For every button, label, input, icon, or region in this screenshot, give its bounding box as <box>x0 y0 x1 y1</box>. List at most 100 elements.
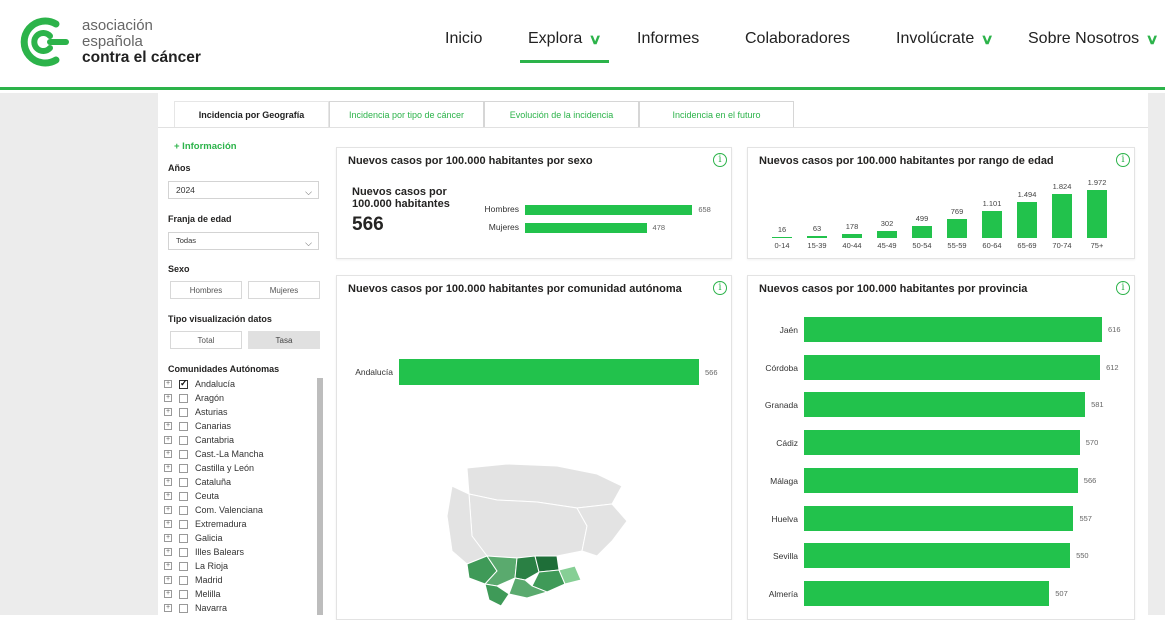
bar[interactable] <box>804 430 1080 456</box>
expand-icon[interactable]: + <box>164 394 172 402</box>
nav-explora[interactable]: Explora ∨ <box>520 30 608 63</box>
community-item[interactable]: + Ceuta <box>164 489 264 503</box>
bar[interactable] <box>1087 190 1107 238</box>
community-item[interactable]: + Asturias <box>164 405 264 419</box>
viz-total-button[interactable]: Total <box>170 331 242 349</box>
info-icon[interactable]: i <box>1116 153 1130 167</box>
viz-tasa-button[interactable]: Tasa <box>248 331 320 349</box>
expand-icon[interactable]: + <box>164 492 172 500</box>
tab-geografia[interactable]: Incidencia por Geografía <box>174 101 329 127</box>
info-link[interactable]: + Información <box>174 141 237 152</box>
bar[interactable] <box>804 543 1071 569</box>
brand-logo[interactable]: asociación española contra el cáncer <box>20 14 220 74</box>
community-item[interactable]: + Madrid <box>164 573 264 587</box>
nav-inicio[interactable]: Inicio <box>445 30 482 48</box>
community-item[interactable]: + Com. Valenciana <box>164 503 264 517</box>
bar[interactable] <box>947 219 967 238</box>
expand-icon[interactable]: + <box>164 534 172 542</box>
communities-scrollbar[interactable] <box>317 378 323 615</box>
bar[interactable] <box>807 236 827 238</box>
bar[interactable] <box>399 359 699 385</box>
checkbox[interactable] <box>179 603 188 613</box>
expand-icon[interactable]: + <box>164 548 172 556</box>
bar[interactable] <box>772 236 792 238</box>
bar[interactable] <box>525 223 647 233</box>
expand-icon[interactable]: + <box>164 590 172 598</box>
expand-icon[interactable]: + <box>164 604 172 612</box>
community-item[interactable]: + Melilla <box>164 587 264 601</box>
community-item[interactable]: + Castilla y León <box>164 461 264 475</box>
bar[interactable] <box>912 225 932 238</box>
spain-map[interactable] <box>397 456 637 616</box>
checkbox[interactable] <box>179 463 188 473</box>
expand-icon[interactable]: + <box>164 422 172 430</box>
checkbox[interactable] <box>179 435 188 445</box>
expand-icon[interactable]: + <box>164 506 172 514</box>
bar-label: Andalucía <box>355 367 393 377</box>
tab-tipo-cancer[interactable]: Incidencia por tipo de cáncer <box>329 101 484 127</box>
bar[interactable] <box>982 211 1002 238</box>
expand-icon[interactable]: + <box>164 562 172 570</box>
community-item[interactable]: + Cast.-La Mancha <box>164 447 264 461</box>
community-item[interactable]: + Extremadura <box>164 517 264 531</box>
checkbox[interactable] <box>179 449 188 459</box>
expand-icon[interactable]: + <box>164 436 172 444</box>
bar[interactable] <box>804 317 1102 342</box>
checkbox[interactable] <box>179 393 188 403</box>
info-icon[interactable]: i <box>1116 281 1130 295</box>
checkbox[interactable] <box>179 589 188 599</box>
sex-mujeres-button[interactable]: Mujeres <box>248 281 320 299</box>
community-item[interactable]: + Aragón <box>164 391 264 405</box>
checkbox[interactable] <box>179 491 188 501</box>
bar[interactable] <box>804 467 1078 493</box>
bar[interactable] <box>804 392 1086 418</box>
community-item[interactable]: + Canarias <box>164 419 264 433</box>
age-dropdown[interactable]: Todas ⌵ <box>168 232 319 250</box>
checkbox[interactable] <box>179 421 188 431</box>
bar[interactable] <box>804 580 1050 606</box>
community-item[interactable]: + La Rioja <box>164 559 264 573</box>
info-icon[interactable]: i <box>713 153 727 167</box>
bar[interactable] <box>804 505 1074 531</box>
checkbox[interactable] <box>179 519 188 529</box>
years-dropdown[interactable]: 2024 ⌵ <box>168 181 319 199</box>
bar[interactable] <box>1017 201 1037 238</box>
card-sexo-title: Nuevos casos por 100.000 habitantes por … <box>348 155 593 167</box>
checkbox[interactable] <box>179 378 188 389</box>
community-item[interactable]: + Cataluña <box>164 475 264 489</box>
nav-informes[interactable]: Informes <box>637 30 699 48</box>
chevron-down-icon: ⌵ <box>305 238 312 248</box>
community-item[interactable]: + Galicia <box>164 531 264 545</box>
info-icon[interactable]: i <box>713 281 727 295</box>
nav-involucrate[interactable]: Involúcrate ∨ <box>896 30 994 48</box>
sex-hombres-button[interactable]: Hombres <box>170 281 242 299</box>
expand-icon[interactable]: + <box>164 520 172 528</box>
bar[interactable] <box>877 230 897 238</box>
checkbox[interactable] <box>179 575 188 585</box>
nav-sobre-nosotros[interactable]: Sobre Nosotros ∨ <box>1028 30 1159 48</box>
tab-futuro[interactable]: Incidencia en el futuro <box>639 101 794 127</box>
checkbox[interactable] <box>179 407 188 417</box>
bar[interactable] <box>525 205 693 215</box>
checkbox[interactable] <box>179 505 188 515</box>
community-item[interactable]: + Andalucía <box>164 377 264 391</box>
expand-icon[interactable]: + <box>164 380 172 388</box>
bar[interactable] <box>842 233 862 238</box>
checkbox[interactable] <box>179 477 188 487</box>
expand-icon[interactable]: + <box>164 408 172 416</box>
community-item[interactable]: + Navarra <box>164 601 264 615</box>
expand-icon[interactable]: + <box>164 576 172 584</box>
tab-evolucion[interactable]: Evolución de la incidencia <box>484 101 639 127</box>
bar-value: 566 <box>705 368 718 377</box>
nav-colaboradores[interactable]: Colaboradores <box>745 30 850 48</box>
expand-icon[interactable]: + <box>164 478 172 486</box>
bar[interactable] <box>1052 193 1072 238</box>
checkbox[interactable] <box>179 561 188 571</box>
checkbox[interactable] <box>179 533 188 543</box>
expand-icon[interactable]: + <box>164 450 172 458</box>
checkbox[interactable] <box>179 547 188 557</box>
bar[interactable] <box>804 354 1101 380</box>
community-item[interactable]: + Cantabria <box>164 433 264 447</box>
expand-icon[interactable]: + <box>164 464 172 472</box>
community-item[interactable]: + Illes Balears <box>164 545 264 559</box>
